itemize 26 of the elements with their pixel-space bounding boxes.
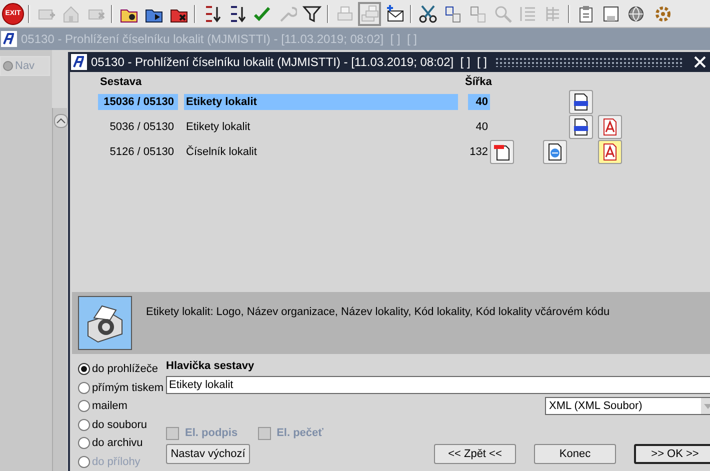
column-header: Šířka: [465, 76, 492, 88]
format-dropdown[interactable]: XML (XML Soubor): [545, 397, 710, 415]
table-cell[interactable]: 40: [468, 94, 490, 110]
table-cell[interactable]: 15036 / 05130: [98, 94, 178, 110]
radio-label[interactable]: do archivu: [92, 437, 143, 450]
table-cell[interactable]: 5036 / 05130: [98, 119, 178, 136]
table-cell[interactable]: 5126 / 05130: [98, 144, 178, 160]
radio-label[interactable]: do prohlížeče: [92, 363, 158, 376]
radio-label[interactable]: mailem: [92, 400, 128, 412]
radio-label[interactable]: do souboru: [92, 418, 148, 431]
window-title: 05130 - Prohlížení číselníku lokalit (MJMISTTI) - [11.03.2019; 08:02] [ ] [ ]: [21, 32, 417, 46]
dialog-button[interactable]: << Zpět <<: [434, 444, 516, 464]
table-cell[interactable]: 132: [468, 144, 490, 160]
table-cell[interactable]: Etikety lokalit: [184, 94, 458, 110]
field-label: Hlavička sestavy: [166, 360, 256, 374]
table-cell[interactable]: 40: [468, 119, 490, 136]
table-cell[interactable]: Etikety lokalit: [184, 119, 458, 136]
header-input-field[interactable]: Etikety lokalit: [166, 376, 710, 394]
dialog-button[interactable]: Nastav výchozí: [166, 444, 250, 464]
table-cell[interactable]: Číselník lokalit: [184, 144, 458, 160]
dialog-button[interactable]: >> OK >>: [634, 444, 710, 464]
report-description: Etikety lokalit: Logo, Název organizace, Název lokality, Kód lokality, Kód lokality včárovém kódu: [146, 306, 610, 318]
radio-label[interactable]: přímým tiskem: [92, 382, 164, 394]
dialog-title: 05130 - Prohlížení číselníku lokalit (MJMISTTI) - [11.03.2019; 08:02] [ ] [ ]: [91, 54, 487, 69]
column-header: Sestava: [99, 76, 143, 88]
dialog-button[interactable]: Konec: [534, 444, 616, 464]
